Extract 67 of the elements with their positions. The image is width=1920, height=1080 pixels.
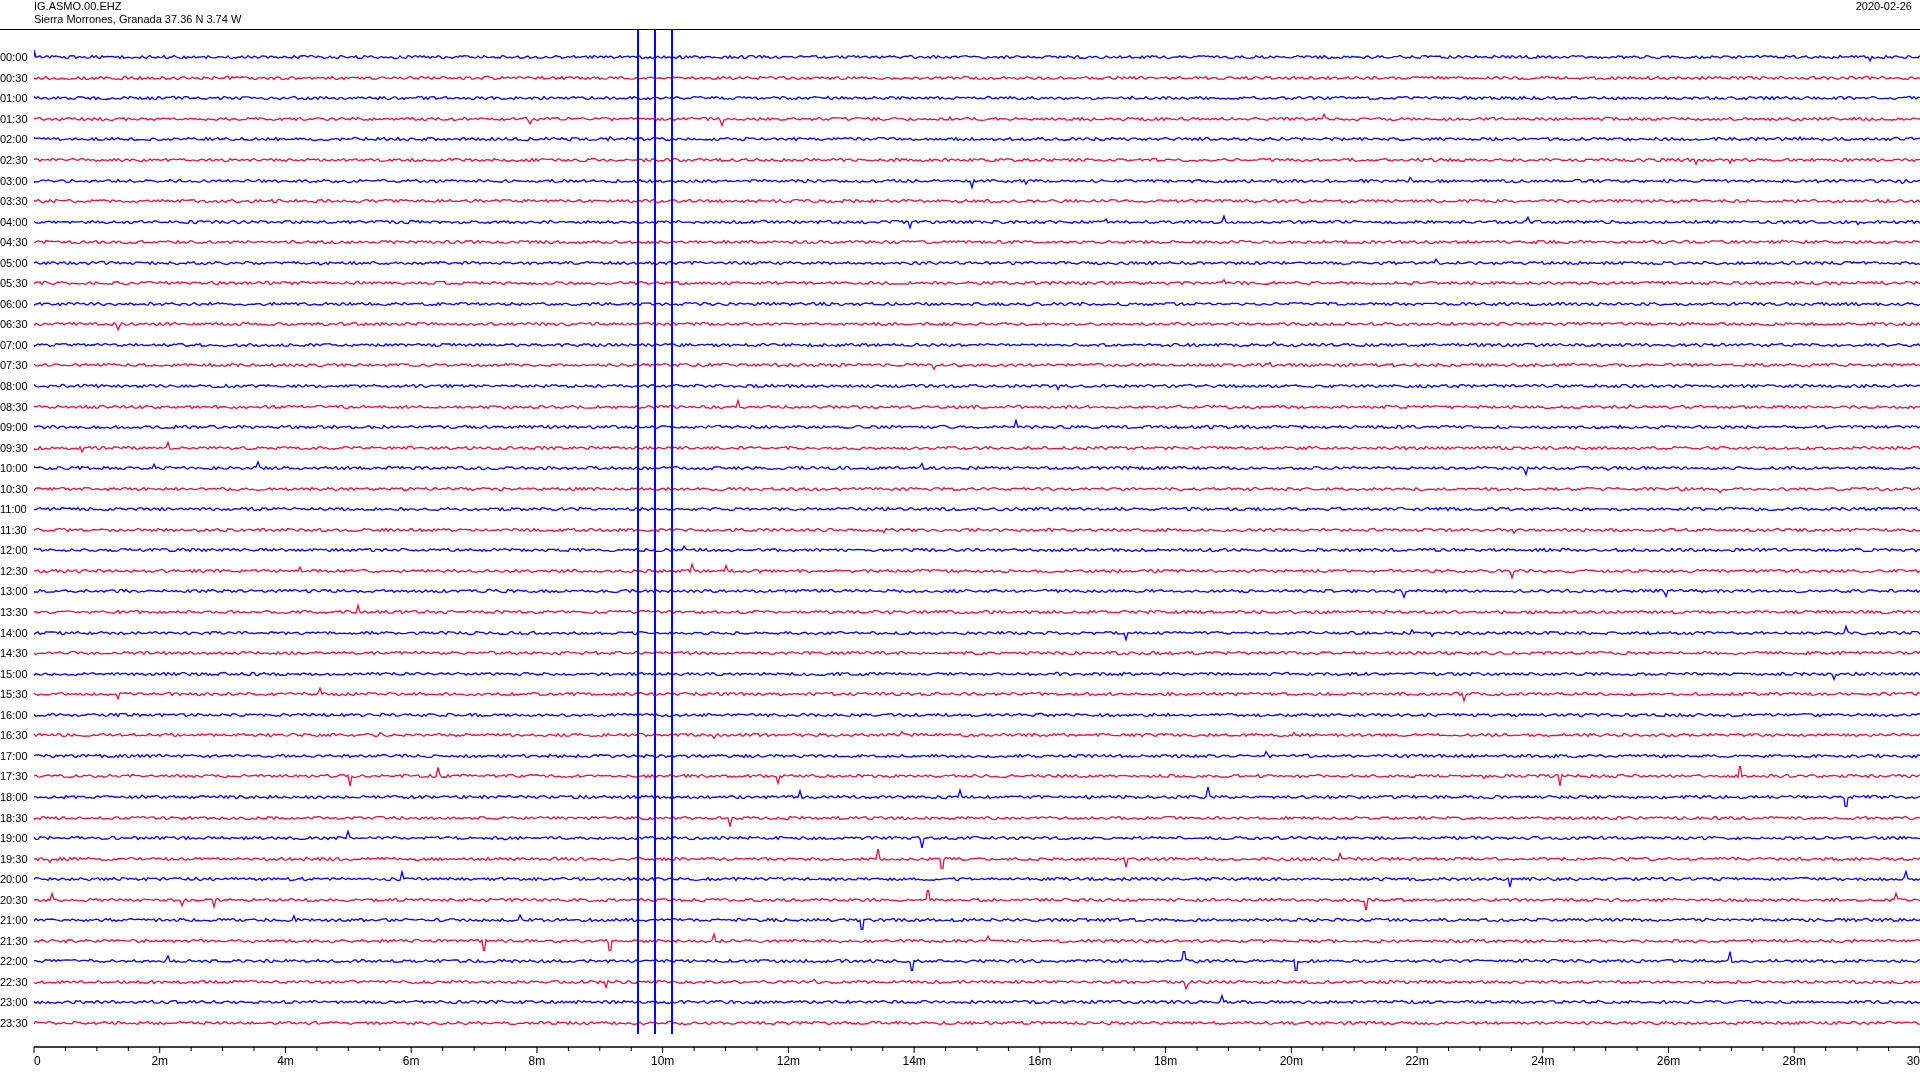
station-location: Sierra Morrones, Granada 37.36 N 3.74 W	[34, 13, 242, 26]
time-label: 06:30	[0, 318, 29, 331]
time-label: 09:00	[0, 421, 29, 434]
station-code: IG.ASMO.00.EHZ	[34, 0, 123, 13]
time-label: 13:00	[0, 585, 29, 598]
time-label: 10:30	[0, 482, 29, 495]
time-label: 09:30	[0, 441, 29, 454]
time-label: 17:00	[0, 749, 29, 762]
axis-label: 30	[1906, 1054, 1920, 1069]
time-label: 12:00	[0, 544, 29, 557]
axis-label: 26m	[1656, 1054, 1681, 1069]
time-label: 16:00	[0, 708, 29, 721]
time-label: 21:30	[0, 934, 29, 947]
record-date: 2020-02-26	[1855, 0, 1912, 13]
time-label: 17:30	[0, 770, 29, 783]
time-label: 23:00	[0, 996, 29, 1009]
time-label: 00:00	[0, 51, 29, 64]
time-label: 20:30	[0, 893, 29, 906]
axis-label: 4m	[277, 1054, 294, 1069]
axis-label: 6m	[402, 1054, 420, 1069]
time-label: 07:30	[0, 359, 29, 372]
time-label: 19:00	[0, 832, 29, 845]
time-label: 18:30	[0, 811, 29, 824]
time-label: 15:30	[0, 688, 29, 701]
time-label: 22:30	[0, 975, 29, 988]
time-label: 05:30	[0, 277, 29, 290]
time-label: 11:00	[0, 503, 28, 516]
axis-label: 24m	[1531, 1054, 1555, 1069]
axis-label: 10m	[651, 1054, 675, 1069]
axis-label: 2m	[151, 1054, 169, 1069]
axis-label: 18m	[1153, 1054, 1178, 1069]
time-label: 15:00	[0, 667, 29, 680]
time-label: 02:00	[0, 133, 29, 146]
time-label: 04:00	[0, 215, 29, 228]
time-label: 08:30	[0, 400, 29, 413]
axis-label: 28m	[1782, 1054, 1806, 1069]
time-label: 22:00	[0, 955, 29, 968]
time-label: 16:30	[0, 729, 29, 742]
time-label: 03:30	[0, 195, 29, 208]
axis-label: 20m	[1279, 1054, 1303, 1069]
axis-label: 8m	[528, 1054, 546, 1069]
time-label: 11:30	[0, 523, 28, 536]
axis-label: 22m	[1405, 1054, 1429, 1069]
time-label: 21:00	[0, 914, 29, 927]
time-label: 23:30	[0, 1016, 29, 1029]
time-label: 12:30	[0, 564, 29, 577]
time-label: 03:00	[0, 174, 29, 187]
time-label: 08:00	[0, 380, 29, 392]
time-label: 18:00	[0, 790, 29, 803]
time-label: 14:00	[0, 626, 29, 639]
axis-label: 14m	[902, 1054, 926, 1069]
time-label: 02:30	[0, 154, 29, 166]
time-label: 07:00	[0, 338, 29, 351]
time-label: 01:30	[0, 112, 29, 125]
axis-label: 16m	[1028, 1054, 1052, 1069]
axis-label: 12m	[776, 1054, 801, 1069]
time-label: 14:30	[0, 647, 29, 660]
time-label: 01:00	[0, 92, 29, 105]
time-label: 19:30	[0, 852, 29, 865]
time-label: 06:00	[0, 297, 29, 310]
time-label: 10:00	[0, 462, 29, 475]
time-label: 05:00	[0, 256, 29, 269]
time-label: 13:30	[0, 606, 29, 619]
time-label: 20:00	[0, 873, 29, 886]
time-label: 04:30	[0, 236, 29, 249]
time-label: 00:30	[0, 71, 29, 84]
axis-label: 0	[34, 1054, 41, 1069]
